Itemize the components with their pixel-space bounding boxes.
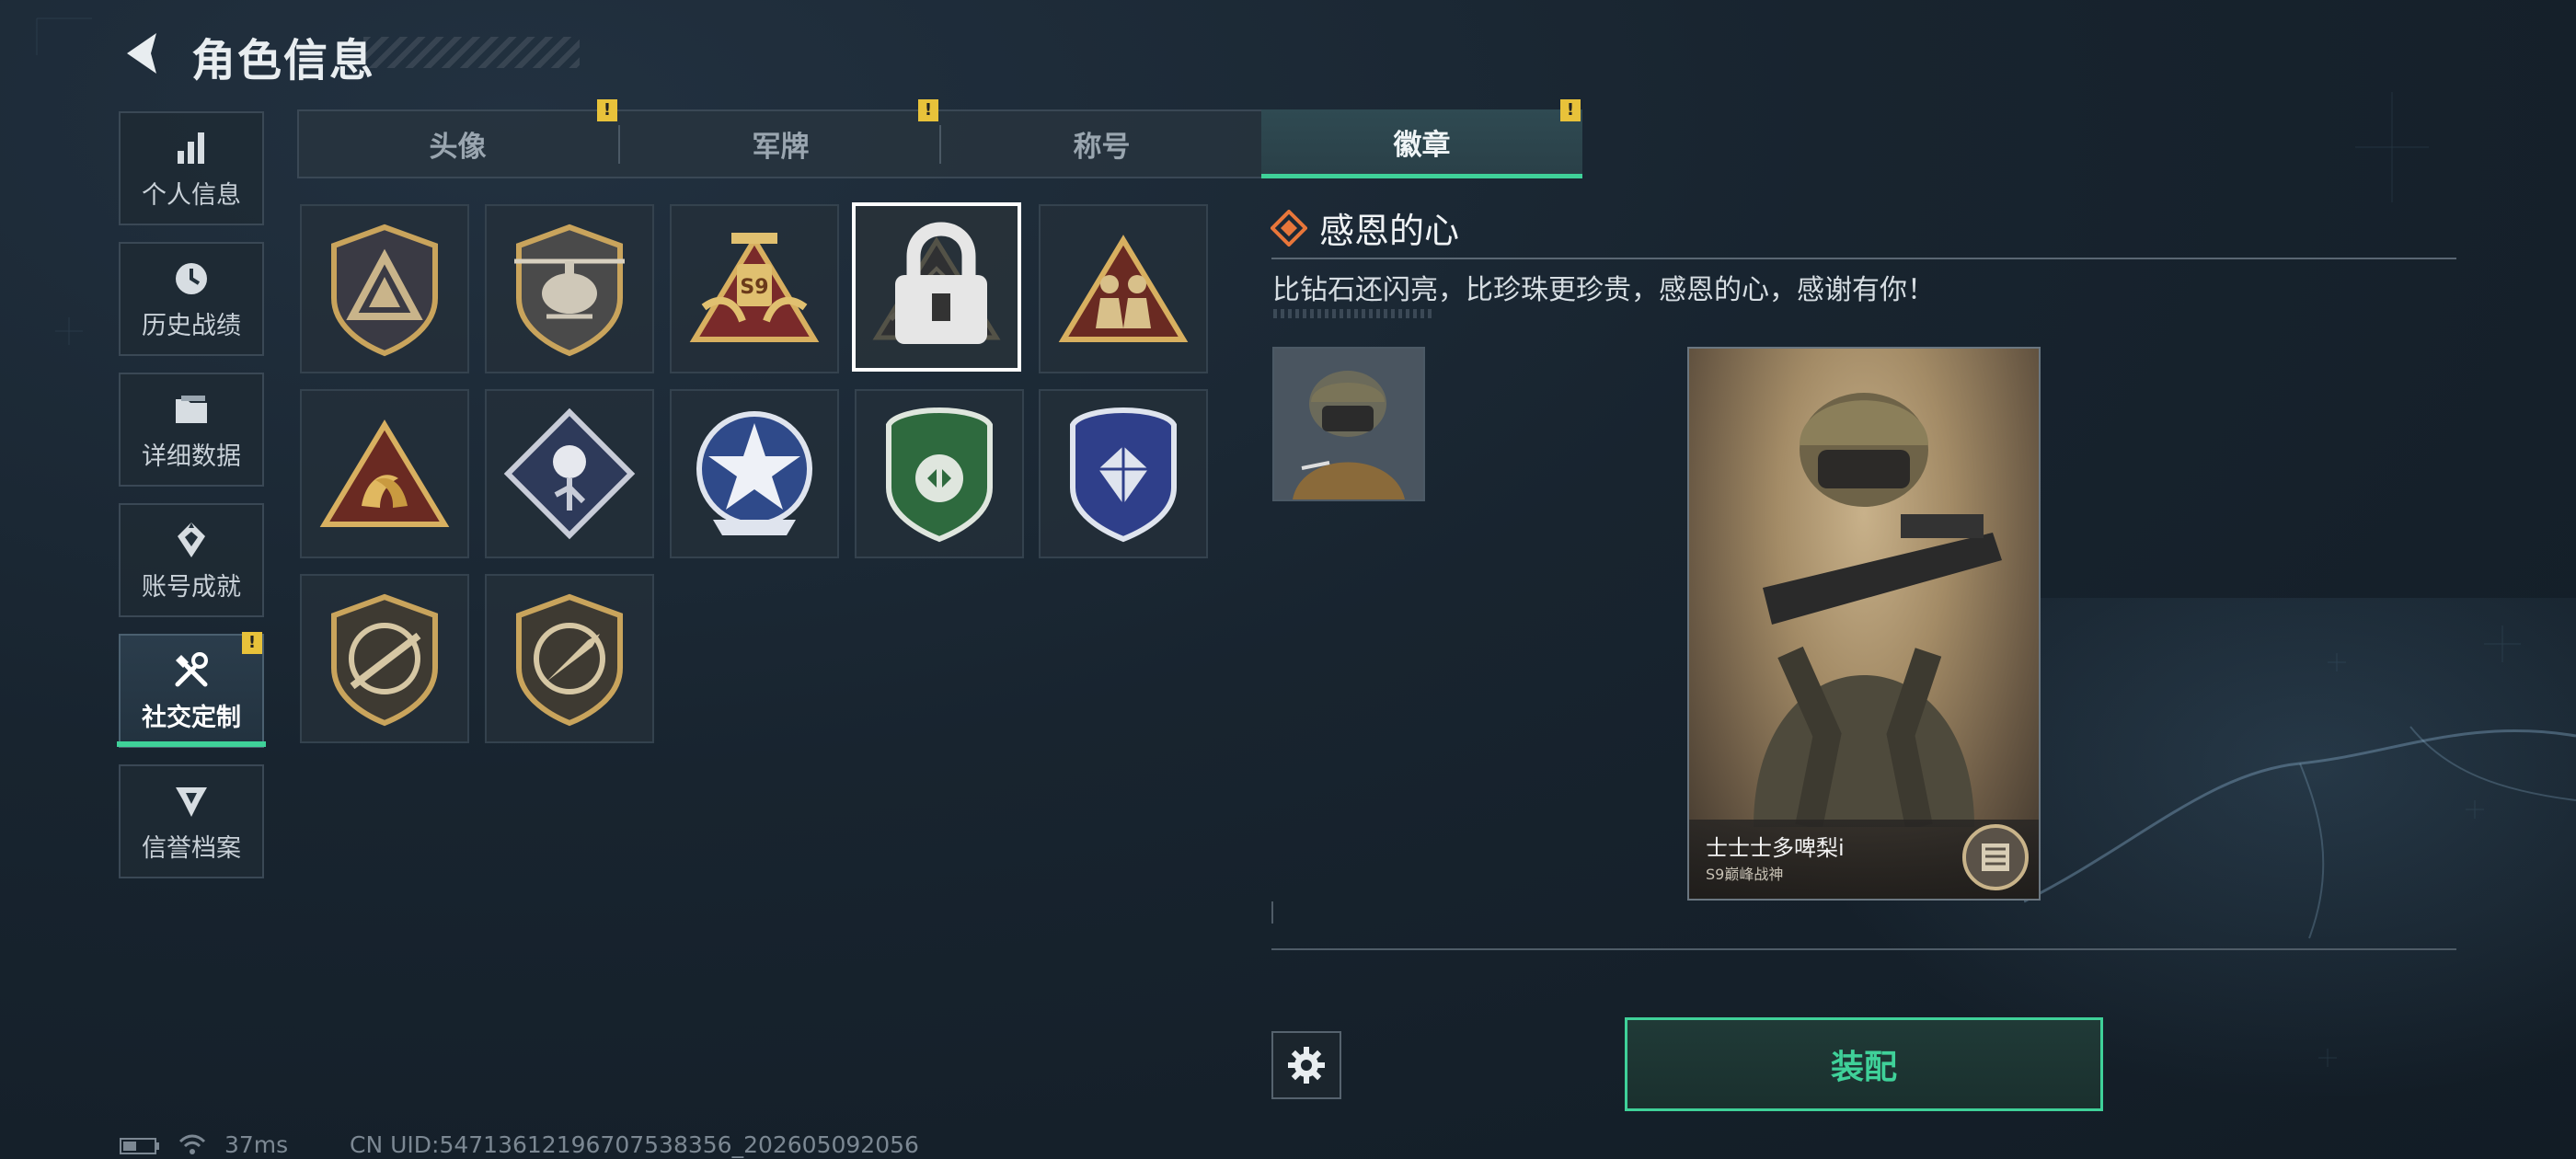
badge-slot-rose-diamond[interactable]	[485, 389, 654, 558]
back-arrow-icon[interactable]	[120, 28, 166, 79]
badge-slot-koi-fish[interactable]	[300, 389, 469, 558]
blue-gem-shield-badge-icon	[1070, 407, 1177, 543]
sidebar-item-label: 信誉档案	[142, 833, 241, 863]
sidebar-item-credit-record[interactable]: 信誉档案	[119, 764, 264, 878]
bar-chart-icon	[178, 132, 204, 164]
tab-title[interactable]: 称号	[941, 109, 1262, 178]
helicopter-shield-badge-icon	[514, 224, 625, 357]
soldier-avatar-image	[1274, 349, 1423, 499]
shield-arrow-icon	[176, 786, 207, 817]
badge-slot-soldiers[interactable]	[1039, 204, 1208, 373]
network-latency: 37ms	[224, 1131, 289, 1158]
badge-slot-helicopter[interactable]	[485, 204, 654, 373]
badge-slot-blue-gem-shield[interactable]	[1039, 389, 1208, 558]
battery-icon	[120, 1138, 159, 1154]
s9-winged-triangle-badge-icon: S9	[689, 233, 820, 342]
badge-detail-title: 感恩的心	[1319, 211, 1460, 251]
rifle-shield-badge-icon	[331, 593, 438, 727]
rose-diamond-badge-icon	[503, 407, 636, 540]
card-nameplate: 士士士多啤梨i S9巅峰战神	[1689, 820, 2039, 899]
avatar-thumbnail[interactable]	[1272, 347, 1425, 501]
divider	[1271, 948, 2456, 950]
badge-detail-date-bar	[1273, 309, 1432, 318]
sidebar-item-label: 详细数据	[142, 442, 241, 471]
badge-slot-s9-winged[interactable]: S9	[670, 204, 839, 373]
settings-button[interactable]	[1271, 1031, 1341, 1099]
sidebar-item-personal-info[interactable]: 个人信息	[119, 111, 264, 225]
badge-slot-star-round[interactable]	[670, 389, 839, 558]
triangle-shield-badge-icon	[331, 224, 438, 357]
player-rank-title: S9巅峰战神	[1706, 866, 1784, 883]
clock-icon	[176, 262, 207, 294]
tab-alert-badge: !	[597, 99, 617, 121]
sidebar-item-label: 历史战绩	[142, 311, 241, 340]
badge-slot-triangle-shield[interactable]	[300, 204, 469, 373]
achievement-icon	[178, 522, 205, 557]
player-name: 士士士多啤梨i	[1706, 835, 1845, 861]
user-uid: CN UID:5471361219670753835­6_20260509205…	[350, 1131, 919, 1158]
lock-icon	[895, 222, 987, 344]
sidebar-active-indicator	[117, 741, 266, 747]
svg-text:S9: S9	[740, 276, 768, 299]
sidebar-item-label: 社交定制	[142, 703, 241, 732]
badge-slot-knife[interactable]	[485, 574, 654, 743]
frame-corner	[1271, 901, 1286, 924]
rank-emblem-icon	[1962, 824, 2029, 890]
sidebar-alert-badge: !	[242, 632, 262, 654]
character-card: 士士士多啤梨i S9巅峰战神	[1687, 347, 2041, 901]
equip-button[interactable]: 装配	[1625, 1017, 2103, 1111]
folder-icon	[176, 395, 207, 423]
sidebar-item-detailed-data[interactable]: 详细数据	[119, 373, 264, 487]
badge-slot-green-shield[interactable]	[855, 389, 1024, 558]
sidebar-item-achievements[interactable]: 账号成就	[119, 503, 264, 617]
knife-shield-badge-icon	[516, 593, 623, 727]
background-lightning	[2024, 726, 2576, 939]
wifi-icon	[178, 1134, 206, 1154]
title-decoration	[363, 37, 580, 68]
badge-slot-rifle[interactable]	[300, 574, 469, 743]
sidebar-item-match-history[interactable]: 历史战绩	[119, 242, 264, 356]
gear-icon	[1288, 1047, 1325, 1084]
divider	[1271, 258, 2456, 259]
tab-dog-tag[interactable]: 军牌	[620, 109, 941, 178]
tab-badge[interactable]: 徽章	[1261, 109, 1582, 178]
sidebar-item-label: 个人信息	[142, 180, 241, 210]
tools-icon	[175, 651, 208, 686]
soldier-card-image	[1754, 393, 2002, 830]
koi-fish-triangle-badge-icon	[319, 419, 450, 527]
tab-alert-badge: !	[918, 99, 938, 121]
tab-avatar[interactable]: 头像	[297, 109, 618, 178]
badge-slot-hands-gem[interactable]	[852, 202, 1021, 372]
soldiers-triangle-badge-icon	[1058, 235, 1189, 342]
page-title: 角色信息	[191, 35, 376, 86]
star-round-badge-icon	[696, 411, 812, 535]
sidebar-item-label: 账号成就	[142, 572, 241, 602]
tab-alert-badge: !	[1560, 99, 1581, 121]
badge-diamond-icon	[1271, 210, 1307, 247]
green-shield-badge-icon	[886, 407, 993, 543]
badge-detail-description: 比钻石还闪亮，比珍珠更珍贵，感恩的心，感谢有你！	[1272, 274, 1935, 306]
